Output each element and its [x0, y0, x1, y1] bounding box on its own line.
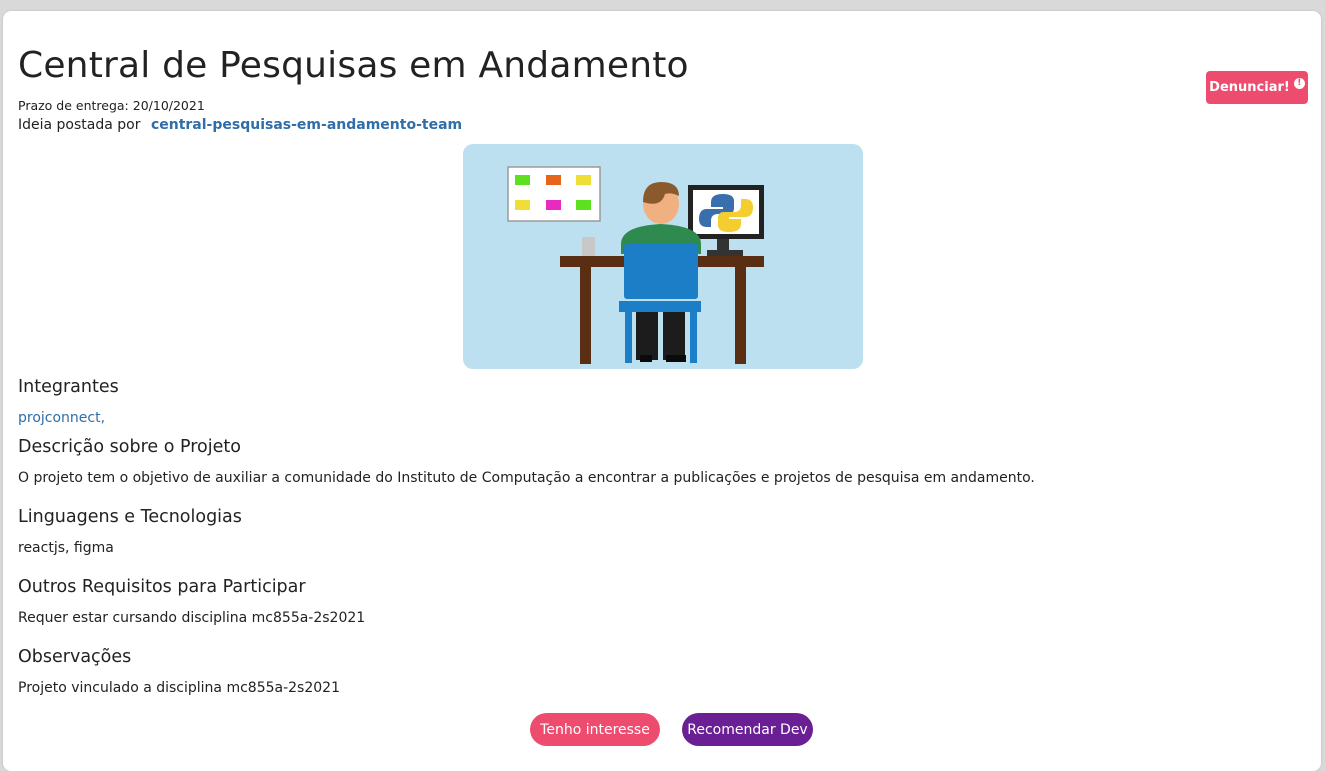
interest-button[interactable]: Tenho interesse: [530, 713, 660, 746]
description-heading: Descrição sobre o Projeto: [18, 437, 241, 457]
deadline-text: Prazo de entrega: 20/10/2021: [18, 98, 205, 113]
notes-heading: Observações: [18, 647, 132, 667]
exclamation-circle-icon: !: [1293, 78, 1305, 89]
report-button[interactable]: Denunciar! !: [1206, 71, 1308, 104]
members-heading: Integrantes: [18, 377, 119, 397]
requirements-text: Requer estar cursando disciplina mc855a-…: [18, 610, 366, 626]
tech-heading: Linguagens e Tecnologias: [18, 507, 242, 527]
requirements-heading: Outros Requisitos para Participar: [18, 577, 306, 597]
description-text: O projeto tem o objetivo de auxiliar a c…: [18, 470, 1035, 486]
tech-text: reactjs, figma: [18, 540, 114, 556]
posted-by: Ideia postada por central-pesquisas-em-a…: [18, 117, 462, 133]
posted-by-label: Ideia postada por: [18, 117, 141, 133]
notes-text: Projeto vinculado a disciplina mc855a-2s…: [18, 680, 340, 696]
team-link[interactable]: central-pesquisas-em-andamento-team: [151, 117, 462, 133]
report-label: Denunciar!: [1209, 80, 1290, 95]
page-title: Central de Pesquisas em Andamento: [18, 45, 689, 86]
members-list: projconnect,: [18, 410, 105, 426]
member-link[interactable]: projconnect,: [18, 410, 105, 426]
recommend-dev-button[interactable]: Recomendar Dev: [682, 713, 813, 746]
project-card: Central de Pesquisas em Andamento Prazo …: [3, 11, 1321, 771]
developer-illustration-image: [463, 144, 863, 369]
